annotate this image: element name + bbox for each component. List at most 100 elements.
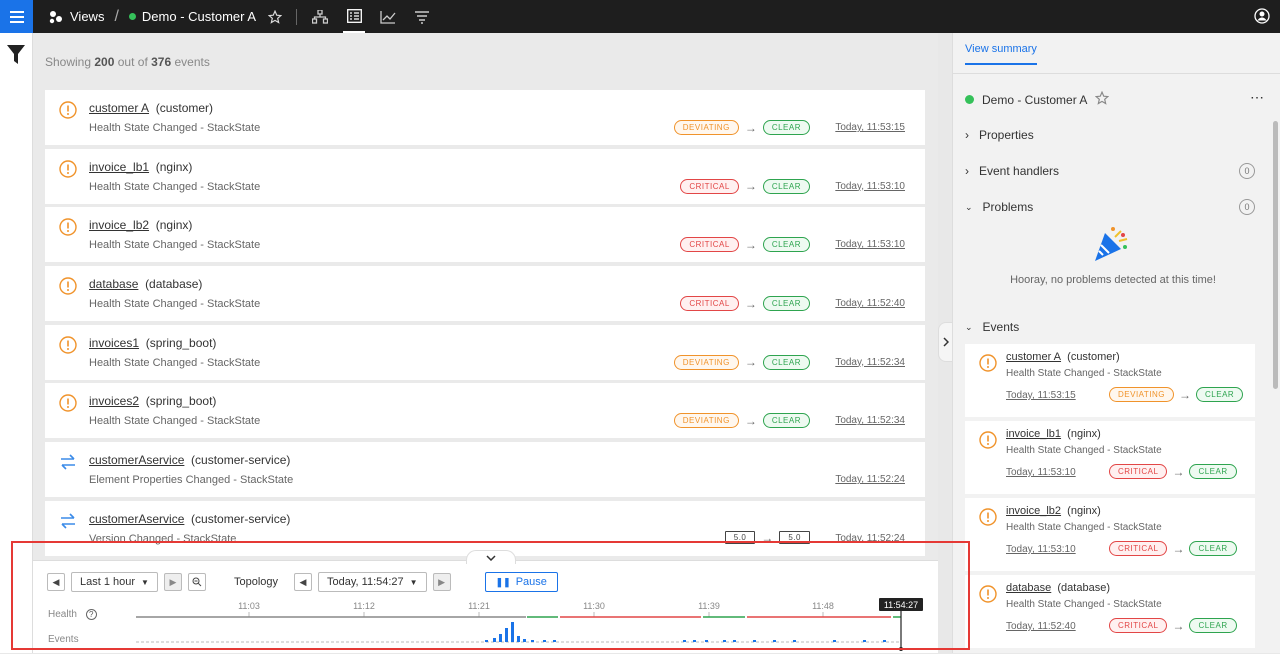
component-link[interactable]: database [1006,582,1051,594]
tab-view-summary[interactable]: View summary [965,43,1037,65]
showing-count: 200 [94,55,115,69]
section-problems[interactable]: ⌄ Problems [965,200,1033,214]
chevron-right-icon: › [965,128,969,142]
more-options-icon[interactable]: ⋯ [1250,89,1264,106]
event-title: invoice_lb2 (nginx) [1006,505,1101,517]
component-type: (customer-service) [191,511,291,526]
event-time-link[interactable]: Today, 11:52:34 [835,415,905,426]
event-time-link[interactable]: Today, 11:52:24 [835,533,905,544]
event-row[interactable]: customerAservice (customer-service) Elem… [45,442,925,498]
component-link[interactable]: customerAservice [89,453,184,467]
component-link[interactable]: invoice_lb2 [89,218,149,232]
component-type: (nginx) [1067,505,1101,517]
to-state-badge: CLEAR [762,237,810,253]
component-link[interactable]: customer A [89,101,149,115]
topology-view-icon[interactable] [309,0,331,33]
star-icon[interactable] [264,0,286,33]
traces-view-icon[interactable] [411,0,433,33]
view-name: Demo - Customer A [141,9,257,24]
component-link[interactable]: invoice_lb2 [1006,505,1061,517]
to-state-badge: CLEAR [1189,618,1237,633]
summary-scrollbar[interactable] [1273,121,1278,389]
chevron-down-icon: ⌄ [965,321,973,332]
star-icon[interactable] [1095,90,1110,108]
time-cursor-label: 11:54:27 [884,600,918,610]
problems-label: Problems [982,200,1034,214]
hamburger-menu-button[interactable] [0,0,33,33]
timeline-chart[interactable]: 11:03 11:12 11:21 11:30 11:39 11:48 11:54:27 [33,561,938,654]
view-name-breadcrumb[interactable]: Demo - Customer A [128,9,257,24]
component-link[interactable]: customerAservice [89,512,184,526]
change-icon [59,453,77,476]
arrow-right-icon: → [1172,464,1185,479]
event-time-link[interactable]: Today, 11:53:10 [1006,467,1076,478]
event-title: customer A (customer) [1006,351,1120,363]
event-time-link[interactable]: Today, 11:52:24 [835,474,905,485]
top-bar: Views / Demo - Customer A [0,0,1280,33]
event-description: Health State Changed - StackState [89,239,261,252]
left-rail [0,33,33,653]
section-events[interactable]: ⌄ Events [965,320,1019,334]
right-panel-toggle-button[interactable] [938,322,952,362]
event-description: Version Changed - StackState [89,532,237,545]
event-row[interactable]: invoice_lb1 (nginx) Health State Changed… [45,148,925,204]
section-properties[interactable]: › Properties [965,128,1034,142]
events-view-icon[interactable] [343,0,366,33]
event-description: Health State Changed - StackState [89,180,261,193]
component-type: (nginx) [1067,428,1101,440]
event-row[interactable]: invoices1 (spring_boot) Health State Cha… [45,324,925,380]
event-title: database (database) [89,277,202,291]
to-state-badge: CLEAR [762,296,810,312]
views-label: Views [70,9,105,24]
view-summary-panel: View summary Demo - Customer A ⋯ › Proper… [952,33,1280,653]
event-row[interactable]: invoice_lb2 (nginx) Health State Changed… [45,207,925,263]
time-tick-label: 11:21 [468,601,490,611]
event-description: Health State Changed - StackState [1006,368,1162,379]
event-time-link[interactable]: Today, 11:53:10 [835,181,905,192]
views-breadcrumb[interactable]: Views [48,9,104,24]
state-transition: 5.0 → 5.0 [724,531,810,545]
event-time-link[interactable]: Today, 11:52:34 [835,357,905,368]
event-time-link[interactable]: Today, 11:53:15 [835,122,905,133]
event-time-link[interactable]: Today, 11:53:10 [1006,544,1076,555]
warning-icon [59,394,77,417]
filter-icon[interactable] [7,45,25,70]
tab-divider [953,73,1280,74]
component-link[interactable]: customer A [1006,351,1061,363]
state-transition: CRITICAL → CLEAR [1109,464,1237,479]
event-row[interactable]: invoices2 (spring_boot) Health State Cha… [45,383,925,439]
state-transition: CRITICAL → CLEAR [680,178,810,194]
time-tick-label: 11:39 [698,601,720,611]
from-state-badge: DEVIATING [673,354,739,370]
component-link[interactable]: invoices1 [89,336,139,350]
change-icon [59,512,77,535]
event-bar [683,640,686,642]
summary-event-card[interactable]: invoice_lb1 (nginx) Health State Changed… [965,421,1255,494]
event-bar [753,640,756,642]
component-link[interactable]: invoice_lb1 [1006,428,1061,440]
component-link[interactable]: invoices2 [89,394,139,408]
from-state-badge: CRITICAL [680,296,739,312]
user-account-icon[interactable] [1254,8,1270,29]
component-link[interactable]: database [89,277,138,291]
breadcrumb: Views / Demo - Customer A [48,0,433,33]
event-bar [863,640,866,642]
event-row[interactable]: customerAservice (customer-service) Vers… [45,500,925,556]
event-time-link[interactable]: Today, 11:53:15 [1006,390,1076,401]
summary-event-card[interactable]: customer A (customer) Health State Chang… [965,344,1255,417]
event-row[interactable]: database (database) Health State Changed… [45,266,925,322]
event-time-link[interactable]: Today, 11:52:40 [835,298,905,309]
chevron-right-icon [942,337,949,347]
showing-prefix: Showing [45,55,92,69]
event-row[interactable]: customer A (customer) Health State Chang… [45,90,925,145]
metrics-view-icon[interactable] [377,0,399,33]
view-status-dot [965,95,974,104]
event-time-link[interactable]: Today, 11:52:40 [1006,621,1076,632]
summary-event-card[interactable]: invoice_lb2 (nginx) Health State Changed… [965,498,1255,571]
summary-event-card[interactable]: database (database) Health State Changed… [965,575,1255,648]
event-bar [883,640,886,642]
event-time-link[interactable]: Today, 11:53:10 [835,239,905,250]
section-event-handlers[interactable]: › Event handlers [965,164,1059,178]
component-link[interactable]: invoice_lb1 [89,160,149,174]
to-state-badge: CLEAR [762,120,810,135]
